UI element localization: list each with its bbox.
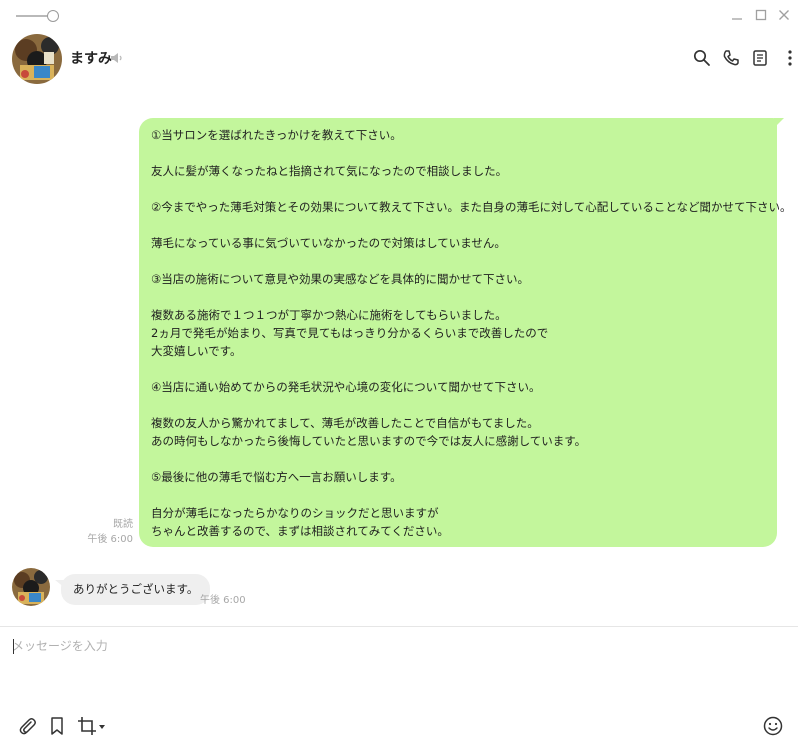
message-blank-line	[151, 180, 765, 198]
slider-track	[16, 15, 50, 17]
message-line: 薄毛になっている事に気づいていなかったので対策はしていません。	[151, 236, 506, 250]
message-time: 午後 6:00	[200, 595, 246, 606]
bookmark-icon[interactable]	[46, 715, 68, 737]
message-text: ①当サロンを選ばれたきっかけを教えて下さい。友人に髪が薄くなったねと指摘されて気…	[151, 126, 792, 540]
message-time: 午後 6:00	[87, 534, 133, 545]
outgoing-message-bubble[interactable]: ①当サロンを選ばれたきっかけを教えて下さい。友人に髪が薄くなったねと指摘されて気…	[139, 118, 792, 547]
notes-icon[interactable]	[750, 48, 770, 68]
message-input[interactable]	[12, 637, 782, 707]
message-line: 友人に髪が薄くなったねと指摘されて気になったので相談しました。	[151, 164, 508, 178]
incoming-message-bubble[interactable]: ありがとうございます。	[54, 574, 211, 605]
message-line: あの時何もしなかったら後悔していたと思いますので今では友人に感謝しています。	[151, 434, 587, 448]
message-line: 複数の友人から驚かれてまして、薄毛が改善したことで自信がもてました。	[151, 416, 539, 430]
message-line: 複数ある施術で１つ１つが丁寧かつ熱心に施術をしてもらいました。	[151, 308, 507, 322]
speaker-muted-icon	[109, 50, 125, 66]
text-caret	[13, 639, 14, 654]
crop-icon[interactable]	[76, 715, 98, 737]
message-blank-line	[151, 288, 765, 306]
message-line: ①当サロンを選ばれたきっかけを教えて下さい。	[151, 128, 402, 142]
message-line: 自分が薄毛になったらかなりのショックだと思いますが	[151, 506, 439, 520]
more-icon[interactable]	[780, 48, 798, 68]
title-bar	[0, 0, 798, 30]
chevron-down-icon[interactable]	[98, 724, 106, 730]
message-blank-line	[151, 450, 765, 468]
minimize-icon[interactable]	[728, 6, 746, 24]
slider-knob[interactable]	[47, 10, 59, 22]
attachment-icon[interactable]	[16, 715, 38, 737]
message-line: 大変嬉しいです。	[151, 344, 242, 358]
message-blank-line	[151, 396, 765, 414]
opacity-slider[interactable]	[16, 10, 60, 22]
read-status: 既読	[113, 519, 133, 530]
message-line: ④当店に通い始めてからの発毛状況や心境の変化について聞かせて下さい。	[151, 380, 541, 394]
chat-header: ますみ	[0, 32, 798, 86]
search-icon[interactable]	[692, 48, 712, 68]
message-blank-line	[151, 486, 765, 504]
message-blank-line	[151, 252, 765, 270]
emoji-icon[interactable]	[762, 715, 784, 737]
message-meta: 既読 午後 6:00	[80, 517, 133, 547]
contact-name[interactable]: ますみ	[70, 48, 112, 68]
composer-divider	[0, 626, 798, 627]
message-line: ②今までやった薄毛対策とその効果について教えて下さい。また自身の薄毛に対して心配…	[151, 200, 792, 214]
maximize-icon[interactable]	[752, 6, 770, 24]
message-blank-line	[151, 360, 765, 378]
sender-avatar[interactable]	[12, 568, 50, 606]
phone-icon[interactable]	[721, 48, 741, 68]
message-line: ちゃんと改善するので、まずは相談されてみてください。	[151, 524, 449, 538]
message-blank-line	[151, 216, 765, 234]
message-line: ⑤最後に他の薄毛で悩む方へ一言お願いします。	[151, 470, 402, 484]
message-blank-line	[151, 144, 765, 162]
contact-avatar[interactable]	[12, 34, 62, 84]
message-line: ③当店の施術について意見や効果の実感などを具体的に聞かせて下さい。	[151, 272, 529, 286]
message-line: 2ヵ月で発毛が始まり、写真で見てもはっきり分かるくらいまで改善したので	[151, 326, 549, 340]
close-icon[interactable]	[775, 6, 793, 24]
